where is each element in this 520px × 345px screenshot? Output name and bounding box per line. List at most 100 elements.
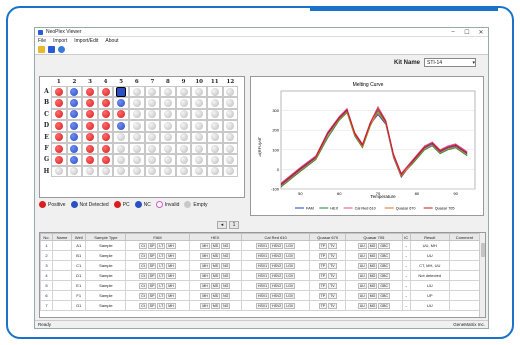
plate-well[interactable] [51, 154, 67, 166]
plate-well[interactable] [160, 108, 176, 121]
target-toggle[interactable]: Ct [139, 252, 147, 259]
table-header[interactable]: HEX [188, 233, 243, 241]
plate-well[interactable] [128, 86, 145, 98]
target-toggle[interactable]: NG [221, 242, 231, 249]
target-toggle[interactable]: TV [328, 292, 337, 299]
target-toggle[interactable]: LT [157, 262, 166, 269]
plate-well[interactable] [66, 165, 83, 178]
plate-well[interactable] [97, 131, 114, 143]
target-toggle[interactable]: TV [328, 272, 337, 279]
target-toggle[interactable]: SP [147, 292, 157, 299]
target-toggle[interactable]: LGV [284, 262, 296, 269]
plate-well[interactable] [128, 154, 145, 166]
table-row[interactable]: 7 G1 Sample Ct SP LT MH MH MS NG HSV1 HSV2 LGV TP TV UU… [40, 300, 481, 311]
table-header[interactable]: Well [71, 233, 87, 241]
target-toggle[interactable]: SP [147, 272, 157, 279]
plate-well[interactable] [128, 165, 145, 178]
table-header[interactable]: Name [51, 233, 73, 241]
target-toggle[interactable]: MG [367, 272, 378, 279]
target-toggle[interactable]: MS [210, 292, 221, 299]
plate-well[interactable] [222, 154, 239, 166]
target-toggle[interactable]: Ct [139, 242, 147, 249]
plate-well[interactable] [128, 142, 145, 155]
target-toggle[interactable]: HSV1 [255, 302, 270, 309]
plate-well[interactable] [97, 154, 114, 166]
menu-import[interactable]: Import [53, 38, 67, 44]
target-toggle[interactable]: LGV [284, 252, 296, 259]
target-toggle[interactable]: TV [328, 262, 337, 269]
target-toggle[interactable]: MS [210, 302, 221, 309]
target-toggle[interactable]: Ct [139, 302, 147, 309]
plate-well[interactable] [206, 97, 223, 109]
target-toggle[interactable]: UU [357, 252, 367, 259]
plate-well[interactable] [113, 97, 129, 109]
plate-well[interactable] [175, 120, 192, 132]
target-toggle[interactable]: GBC [378, 242, 390, 249]
target-toggle[interactable]: SP [147, 282, 157, 289]
plate-well[interactable] [206, 165, 223, 178]
target-toggle[interactable]: MH [200, 262, 210, 269]
table-header[interactable]: Quasar 670 [309, 233, 347, 241]
target-toggle[interactable]: LT [157, 242, 166, 249]
plate-well[interactable] [113, 154, 129, 166]
plate-well[interactable] [82, 165, 98, 178]
target-toggle[interactable]: UU [357, 262, 367, 269]
target-toggle[interactable]: HSV1 [255, 242, 270, 249]
target-toggle[interactable]: LT [157, 272, 166, 279]
plate-well[interactable] [97, 142, 114, 155]
table-row[interactable]: 2 B1 Sample Ct SP LT MH MH MS NG HSV1 HSV2 LGV TP TV UU… [40, 250, 481, 261]
target-toggle[interactable]: NG [221, 272, 231, 279]
target-toggle[interactable]: SP [147, 262, 157, 269]
target-toggle[interactable]: MH [200, 242, 210, 249]
target-toggle[interactable]: UU [357, 282, 367, 289]
target-toggle[interactable]: MG [367, 282, 378, 289]
target-toggle[interactable]: MH [200, 272, 210, 279]
target-toggle[interactable]: MH [166, 302, 176, 309]
plate-well[interactable] [191, 120, 207, 132]
plate-well[interactable] [222, 97, 239, 109]
plate-well[interactable] [51, 120, 67, 132]
plate-well[interactable] [160, 142, 176, 155]
target-toggle[interactable]: GBC [378, 262, 390, 269]
plate-well[interactable] [144, 108, 161, 121]
target-toggle[interactable]: HSV2 [270, 242, 284, 249]
plate-well[interactable] [113, 142, 129, 155]
table-row[interactable]: 3 C1 Sample Ct SP LT MH MH MS NG HSV1 HSV2 LGV TP TV UU… [40, 260, 481, 271]
target-toggle[interactable]: MS [210, 242, 221, 249]
target-toggle[interactable]: MH [200, 252, 210, 259]
plate-well[interactable] [97, 97, 114, 109]
target-toggle[interactable]: MH [166, 262, 176, 269]
plate-well[interactable] [191, 165, 207, 178]
target-toggle[interactable]: HSV1 [255, 292, 270, 299]
plate-well[interactable] [51, 97, 67, 109]
plate-well[interactable] [66, 131, 83, 143]
target-toggle[interactable]: MH [200, 302, 210, 309]
plate-well[interactable] [175, 86, 192, 98]
target-toggle[interactable]: GBC [378, 252, 390, 259]
target-toggle[interactable]: MH [200, 282, 210, 289]
plate-well[interactable] [66, 97, 83, 109]
target-toggle[interactable]: MG [367, 292, 378, 299]
plate-well[interactable] [191, 142, 207, 155]
menu-file[interactable]: File [38, 38, 46, 44]
plate-well[interactable] [128, 97, 145, 109]
target-toggle[interactable]: LT [157, 252, 166, 259]
plate-well[interactable] [51, 108, 67, 121]
target-toggle[interactable]: GBC [378, 302, 390, 309]
plate-well[interactable] [222, 142, 239, 155]
help-icon[interactable] [58, 46, 65, 53]
target-toggle[interactable]: SP [147, 252, 157, 259]
target-toggle[interactable]: LT [157, 302, 166, 309]
plate-well[interactable] [206, 108, 223, 121]
plate-well[interactable] [191, 131, 207, 143]
target-toggle[interactable]: MH [166, 282, 176, 289]
target-toggle[interactable]: HSV1 [255, 282, 270, 289]
target-toggle[interactable]: MH [166, 252, 176, 259]
target-toggle[interactable]: UU [357, 302, 367, 309]
target-toggle[interactable]: GBC [378, 272, 390, 279]
plate-well[interactable] [51, 165, 67, 178]
plate-well[interactable] [206, 131, 223, 143]
plate-well[interactable] [51, 131, 67, 143]
plate-well[interactable] [113, 131, 129, 143]
target-toggle[interactable]: Ct [139, 272, 147, 279]
